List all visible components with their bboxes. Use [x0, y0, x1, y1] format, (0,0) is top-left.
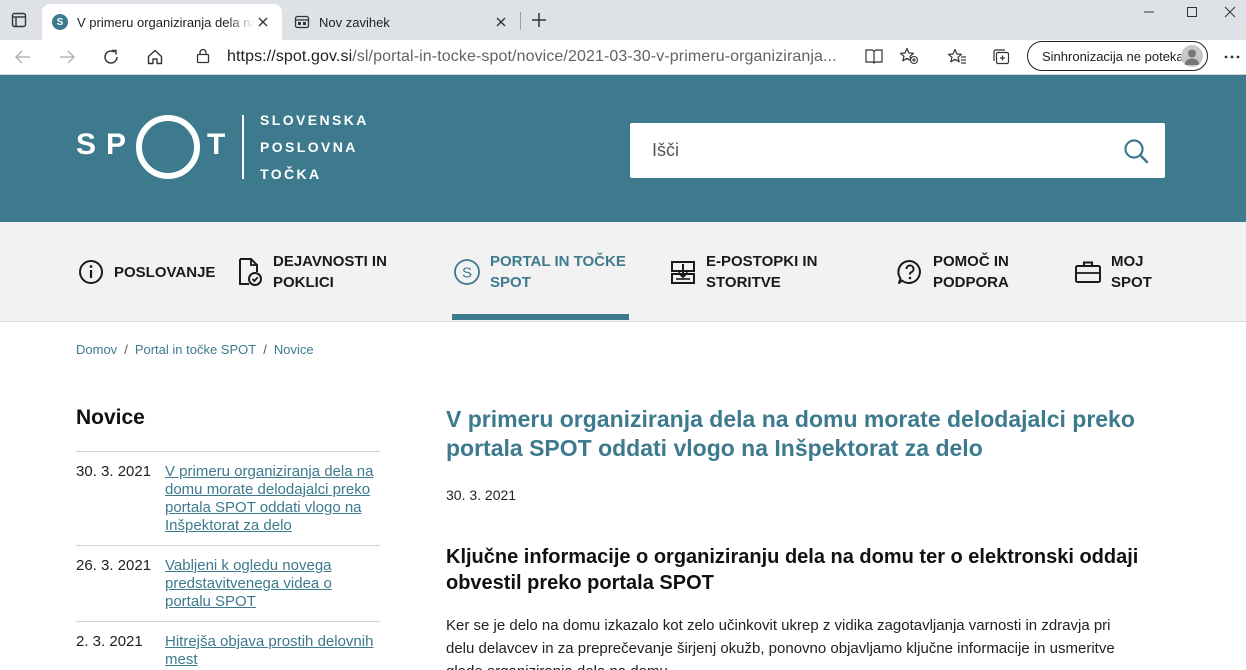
nav-portal-spot[interactable]: S PORTAL IN TOČKE SPOT	[452, 222, 626, 322]
briefcase-icon	[1073, 257, 1103, 287]
site-header: S P T SLOVENSKA POSLOVNA TOČKA	[0, 75, 1246, 222]
article-body: Ker se je delo na domu izkazalo kot zelo…	[446, 617, 1115, 670]
news-link[interactable]: Hitrejša objava prostih delovnih mest	[165, 633, 380, 670]
logo-line-3: TOČKA	[260, 166, 322, 182]
article-date: 30. 3. 2021	[446, 487, 517, 503]
nav-e-postopki[interactable]: E-POSTOPKI IN STORITVE	[668, 222, 817, 322]
svg-text:S: S	[462, 265, 472, 282]
news-link[interactable]: V primeru organiziranja dela na domu mor…	[165, 463, 380, 545]
nav-label-line1: E-POSTOPKI IN	[706, 253, 818, 270]
tab-actions-icon[interactable]	[10, 11, 28, 29]
nav-pomoc[interactable]: POMOČ IN PODPORA	[895, 222, 1009, 322]
nav-label-line1: POMOČ IN	[933, 253, 1009, 270]
list-item: 26. 3. 2021 Vabljeni k ogledu novega pre…	[76, 546, 380, 622]
document-check-icon	[235, 257, 265, 287]
nav-label-line2: SPOT	[490, 274, 531, 291]
reader-view-icon[interactable]	[864, 46, 884, 66]
nav-label-line1: POSLOVANJE	[114, 263, 216, 281]
logo-letter-t: T	[207, 128, 228, 161]
forward-arrow-icon[interactable]	[53, 43, 81, 71]
browser-tabstrip: S V primeru organiziranja dela na d Nov …	[0, 0, 1246, 40]
address-bar[interactable]: https://spot.gov.si/sl/portal-in-tocke-s…	[183, 40, 930, 72]
close-window-icon[interactable]	[1207, 0, 1246, 24]
list-item: 2. 3. 2021 Hitrejša objava prostih delov…	[76, 622, 380, 670]
article-title: V primeru organiziranja dela na domu mor…	[446, 406, 1135, 461]
breadcrumb-home[interactable]: Domov	[76, 342, 117, 357]
nav-active-indicator	[452, 314, 629, 320]
back-arrow-icon[interactable]	[9, 43, 37, 71]
sync-button[interactable]: Sinhronizacija ne poteka	[1027, 41, 1208, 71]
tab-title: V primeru organiziranja dela na d	[77, 14, 254, 30]
url-path: /sl/portal-in-tocke-spot/novice/2021-03-…	[352, 48, 837, 65]
lock-icon[interactable]	[196, 48, 210, 69]
logo-letter-s: S	[76, 128, 99, 161]
breadcrumb: Domov / Portal in točke SPOT / Novice	[76, 342, 314, 357]
nav-label-line1: DEJAVNOSTI IN	[273, 253, 387, 270]
news-date: 26. 3. 2021	[76, 557, 152, 574]
logo-divider	[242, 115, 244, 179]
breadcrumb-separator: /	[263, 342, 267, 357]
nav-label-line1: PORTAL IN TOČKE	[490, 253, 626, 270]
main-navigation: POSLOVANJE DEJAVNOSTI IN POKLICI S PORTA…	[0, 222, 1246, 322]
tray-download-icon	[668, 257, 698, 287]
favorites-icon[interactable]	[943, 43, 971, 71]
tab-divider	[520, 12, 521, 30]
profile-avatar-icon	[1181, 45, 1203, 67]
logo-letter-p: P	[106, 128, 129, 161]
sync-label: Sinhronizacija ne poteka	[1042, 48, 1184, 64]
spot-logo[interactable]: S P T SLOVENSKA POSLOVNA TOČKA	[76, 112, 376, 182]
more-menu-icon[interactable]	[1218, 43, 1246, 71]
add-favorite-icon[interactable]	[899, 46, 919, 66]
article-subtitle: Ključne informacije o organiziranju dela…	[446, 546, 1139, 594]
spot-s-icon: S	[452, 257, 482, 287]
new-tab-plus-icon[interactable]	[529, 10, 549, 30]
search-input[interactable]	[630, 123, 1110, 178]
news-date: 30. 3. 2021	[76, 463, 152, 480]
info-circle-icon	[76, 257, 106, 287]
news-date: 2. 3. 2021	[76, 633, 143, 650]
close-tab-icon[interactable]	[492, 13, 510, 31]
close-tab-icon[interactable]	[254, 13, 272, 31]
nav-label-line2: STORITVE	[706, 274, 781, 291]
search-icon[interactable]	[1121, 136, 1151, 166]
site-search	[630, 123, 1165, 178]
logo-circle-icon	[136, 115, 200, 179]
help-bubble-icon	[895, 257, 925, 287]
nav-label-line2: PODPORA	[933, 274, 1009, 291]
nav-label-line2: POKLICI	[273, 274, 334, 291]
home-icon[interactable]	[141, 43, 169, 71]
nav-poslovanje[interactable]: POSLOVANJE	[76, 222, 215, 322]
nav-label-line2: SPOT	[1111, 274, 1152, 291]
sidebar-title: Novice	[76, 406, 145, 429]
tab-active[interactable]: S V primeru organiziranja dela na d	[42, 4, 282, 40]
new-tab-page-icon	[294, 14, 310, 30]
breadcrumb-separator: /	[124, 342, 128, 357]
refresh-icon[interactable]	[97, 43, 125, 71]
news-link[interactable]: Vabljeni k ogledu novega predstavitveneg…	[165, 557, 380, 621]
nav-dejavnosti[interactable]: DEJAVNOSTI IN POKLICI	[235, 222, 387, 322]
spot-favicon-icon: S	[52, 14, 68, 30]
breadcrumb-portal[interactable]: Portal in točke SPOT	[135, 342, 256, 357]
minimize-icon[interactable]	[1126, 0, 1172, 24]
logo-line-1: SLOVENSKA	[260, 112, 369, 128]
collections-icon[interactable]	[987, 43, 1015, 71]
tab-title: Nov zavihek	[319, 14, 390, 30]
url-host: https://spot.gov.si	[227, 48, 353, 65]
nav-label-line1: MOJ	[1111, 253, 1144, 270]
list-item: 30. 3. 2021 V primeru organiziranja dela…	[76, 452, 380, 546]
breadcrumb-novice[interactable]: Novice	[274, 342, 314, 357]
browser-toolbar: https://spot.gov.si/sl/portal-in-tocke-s…	[0, 40, 1246, 74]
logo-line-2: POSLOVNA	[260, 139, 358, 155]
tab-new[interactable]: Nov zavihek	[284, 4, 520, 40]
news-list: 30. 3. 2021 V primeru organiziranja dela…	[76, 451, 380, 670]
url-text[interactable]: https://spot.gov.si/sl/portal-in-tocke-s…	[227, 48, 837, 66]
nav-moj-spot[interactable]: MOJ SPOT	[1073, 222, 1152, 322]
